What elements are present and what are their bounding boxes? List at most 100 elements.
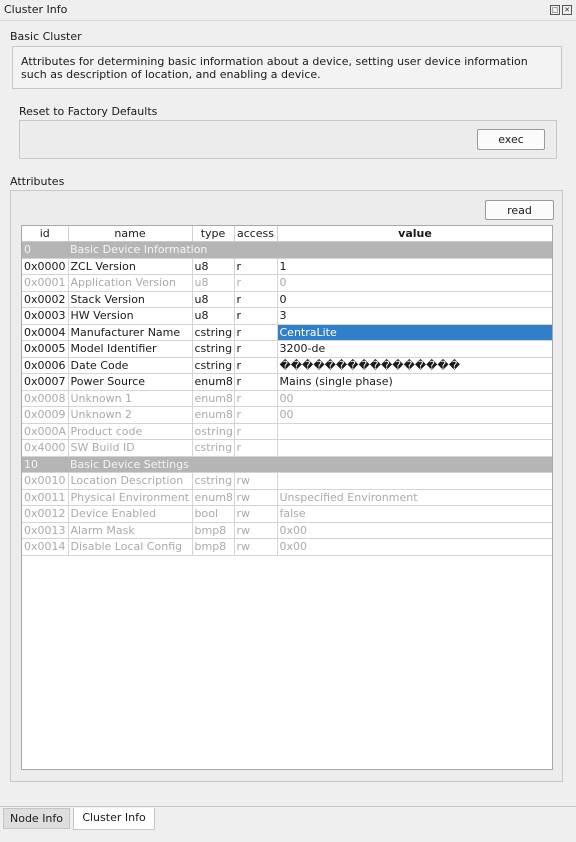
- type-cell: enum8: [192, 406, 235, 424]
- column-header-value[interactable]: value: [277, 226, 552, 242]
- name-cell: Physical Environment: [68, 489, 193, 506]
- value-cell[interactable]: Mains (single phase): [277, 373, 552, 391]
- id-cell: 0x4000: [22, 439, 69, 457]
- value-cell[interactable]: 0: [277, 274, 552, 292]
- name-cell: Product code: [68, 423, 193, 440]
- table-row[interactable]: 0x0014 Disable Local Config bmp8 rw 0x00: [22, 538, 552, 556]
- type-cell: u8: [192, 291, 235, 308]
- table-row[interactable]: 0x000A Product code ostring r: [22, 423, 552, 440]
- table-row[interactable]: 0x0009 Unknown 2 enum8 r 00: [22, 406, 552, 424]
- value-cell[interactable]: 00: [277, 406, 552, 424]
- close-icon[interactable]: ✕: [562, 5, 572, 15]
- column-header-type[interactable]: type: [192, 226, 235, 242]
- access-cell: rw: [234, 505, 278, 523]
- access-cell: rw: [234, 472, 278, 490]
- name-cell: SW Build ID: [68, 439, 193, 457]
- type-cell: enum8: [192, 489, 235, 506]
- name-cell: Model Identifier: [68, 340, 193, 358]
- value-cell[interactable]: 3200-de: [277, 340, 552, 358]
- value-cell[interactable]: 0: [277, 291, 552, 308]
- type-cell: cstring: [192, 324, 235, 341]
- column-header-name[interactable]: name: [68, 226, 193, 242]
- access-cell: r: [234, 406, 278, 424]
- table-row[interactable]: 0x0004 Manufacturer Name cstring r CentraLit…: [22, 324, 552, 341]
- id-cell: 0x0010: [22, 472, 69, 490]
- read-button[interactable]: read: [485, 200, 554, 220]
- table-row[interactable]: 0x0011 Physical Environment enum8 rw Unspeci…: [22, 489, 552, 506]
- group-name-cell: Basic Device Settings: [68, 456, 552, 473]
- type-cell: cstring: [192, 357, 235, 374]
- exec-button[interactable]: exec: [477, 129, 545, 150]
- table-row[interactable]: 0x0005 Model Identifier cstring r 3200-de: [22, 340, 552, 358]
- table-row[interactable]: 0x0013 Alarm Mask bmp8 rw 0x00: [22, 522, 552, 539]
- value-cell[interactable]: [277, 472, 552, 490]
- access-cell: r: [234, 307, 278, 325]
- access-cell: r: [234, 439, 278, 457]
- value-cell[interactable]: 3: [277, 307, 552, 325]
- tab-cluster-info[interactable]: Cluster Info: [73, 808, 155, 830]
- value-cell[interactable]: [277, 423, 552, 440]
- name-cell: Disable Local Config: [68, 538, 193, 556]
- id-cell: 0x0006: [22, 357, 69, 374]
- value-cell[interactable]: 0x00: [277, 538, 552, 556]
- window-title: Cluster Info: [4, 3, 68, 16]
- group-row[interactable]: 10 Basic Device Settings: [22, 456, 552, 473]
- table-row[interactable]: 0x0000 ZCL Version u8 r 1: [22, 258, 552, 275]
- name-cell: Alarm Mask: [68, 522, 193, 539]
- name-cell: Unknown 2: [68, 406, 193, 424]
- table-row[interactable]: 0x0008 Unknown 1 enum8 r 00: [22, 390, 552, 407]
- access-cell: r: [234, 291, 278, 308]
- access-cell: rw: [234, 538, 278, 556]
- type-cell: bool: [192, 505, 235, 523]
- access-cell: rw: [234, 489, 278, 506]
- attributes-table[interactable]: id name type access value 0 Basic Device …: [21, 225, 553, 770]
- tab-node-info[interactable]: Node Info: [3, 808, 70, 829]
- column-header-access[interactable]: access: [234, 226, 278, 242]
- cluster-description: Attributes for determining basic informa…: [21, 55, 528, 81]
- type-cell: enum8: [192, 373, 235, 391]
- name-cell: Power Source: [68, 373, 193, 391]
- id-cell: 0x0004: [22, 324, 69, 341]
- id-cell: 0x0009: [22, 406, 69, 424]
- table-header-row: id name type access value: [22, 226, 552, 242]
- group-row[interactable]: 0 Basic Device Information: [22, 241, 552, 259]
- id-cell: 0x0001: [22, 274, 69, 292]
- id-cell: 0x0013: [22, 522, 69, 539]
- table-row[interactable]: 0x0007 Power Source enum8 r Mains (single ph…: [22, 373, 552, 391]
- id-cell: 0x0005: [22, 340, 69, 358]
- table-row[interactable]: 0x0003 HW Version u8 r 3: [22, 307, 552, 325]
- type-cell: cstring: [192, 439, 235, 457]
- table-row[interactable]: 0x0010 Location Description cstring rw: [22, 472, 552, 490]
- value-cell[interactable]: 0x00: [277, 522, 552, 539]
- table-row[interactable]: 0x0002 Stack Version u8 r 0: [22, 291, 552, 308]
- value-cell[interactable]: Unspecified Environment: [277, 489, 552, 506]
- id-cell: 0x0002: [22, 291, 69, 308]
- type-cell: bmp8: [192, 522, 235, 539]
- table-row[interactable]: 0x0001 Application Version u8 r 0: [22, 274, 552, 292]
- id-cell: 0x0011: [22, 489, 69, 506]
- access-cell: r: [234, 258, 278, 275]
- access-cell: r: [234, 423, 278, 440]
- id-cell: 0x0000: [22, 258, 69, 275]
- name-cell: ZCL Version: [68, 258, 193, 275]
- id-cell: 0x0007: [22, 373, 69, 391]
- table-row[interactable]: 0x4000 SW Build ID cstring r: [22, 439, 552, 457]
- value-cell[interactable]: 1: [277, 258, 552, 275]
- access-cell: r: [234, 340, 278, 358]
- type-cell: cstring: [192, 472, 235, 490]
- name-cell: Location Description: [68, 472, 193, 490]
- value-cell[interactable]: 00: [277, 390, 552, 407]
- value-cell[interactable]: false: [277, 505, 552, 523]
- type-cell: u8: [192, 307, 235, 325]
- table-row[interactable]: 0x0012 Device Enabled bool rw false: [22, 505, 552, 523]
- attributes-label: Attributes: [10, 175, 65, 188]
- column-header-id[interactable]: id: [22, 226, 69, 242]
- window-title-bar: Cluster Info □ ✕: [0, 0, 576, 21]
- table-row[interactable]: 0x0006 Date Code cstring r ����������������: [22, 357, 552, 374]
- value-cell[interactable]: [277, 439, 552, 457]
- value-cell[interactable]: ����������������: [277, 357, 552, 374]
- value-cell[interactable]: CentraLite: [277, 324, 552, 341]
- name-cell: Manufacturer Name: [68, 324, 193, 341]
- float-icon[interactable]: □: [550, 5, 560, 15]
- id-cell: 0x0014: [22, 538, 69, 556]
